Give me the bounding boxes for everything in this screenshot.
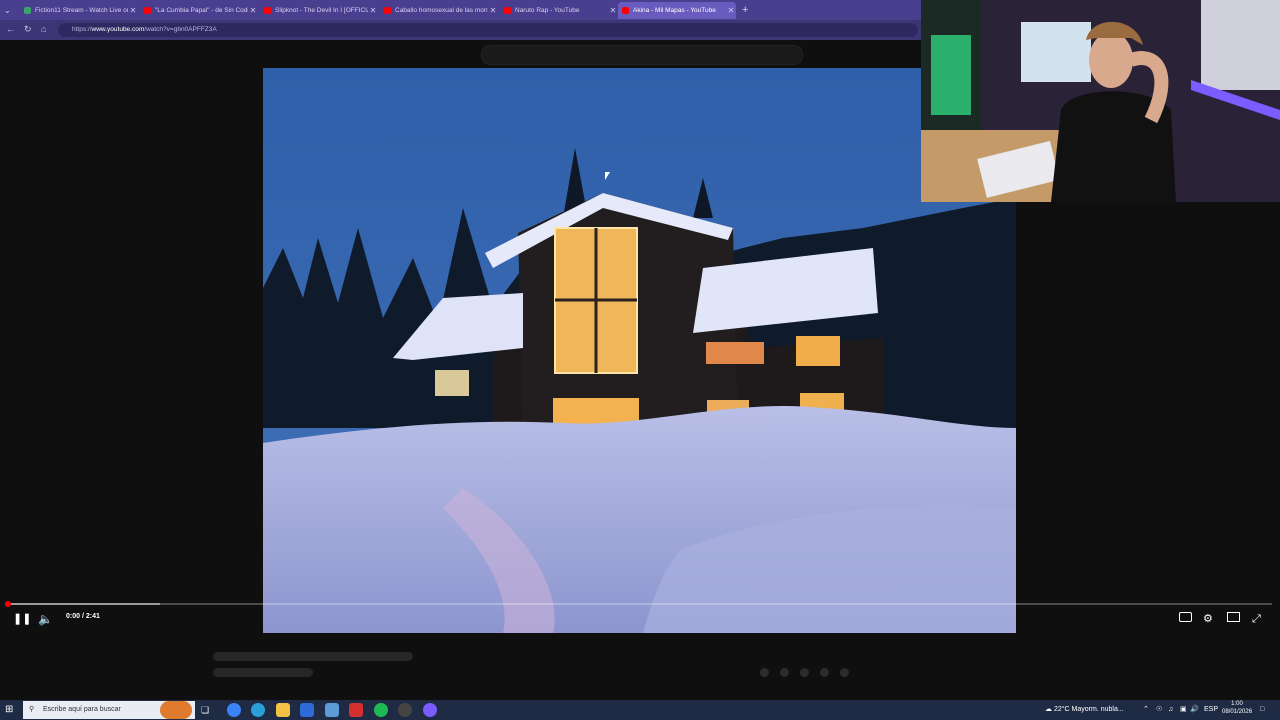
tab-title: "La Cumbia Papal" - de Sin Codific — [155, 7, 248, 14]
fullscreen-button[interactable]: ⤢ — [1252, 612, 1261, 626]
url-field[interactable]: https://www.youtube.com/watch?v=gbn0APFF… — [58, 23, 918, 37]
scrubber-handle[interactable] — [5, 601, 11, 607]
pause-button[interactable]: ❚❚ — [13, 612, 31, 626]
youtube-icon — [622, 7, 629, 14]
volume-button[interactable]: 🔈 — [38, 612, 53, 626]
tray-microphone-icon[interactable]: ♫ — [1168, 702, 1173, 718]
youtube-icon — [144, 7, 151, 14]
tab-slipknot[interactable]: Slipknot - The Devil In I [OFFICIAL ✕ — [260, 2, 378, 19]
browser-icon[interactable] — [251, 703, 265, 717]
file-explorer-icon[interactable] — [276, 703, 290, 717]
plus-icon: + — [742, 4, 749, 16]
mouse-cursor — [605, 172, 610, 180]
tray-chevron-up-icon[interactable]: ⌃ — [1143, 702, 1149, 718]
youtube-search-input[interactable] — [481, 45, 803, 65]
tray-display-icon[interactable]: ▣ — [1180, 702, 1187, 718]
speaker-icon: 🔈 — [38, 612, 53, 626]
home-icon[interactable]: ⌂ — [41, 24, 46, 34]
theater-mode-button[interactable] — [1227, 612, 1240, 626]
windows-start-icon[interactable]: ⊞ — [5, 703, 19, 717]
weather-widget[interactable]: ☁ 22°C Mayorm. nubla... — [1045, 702, 1124, 718]
loading-dot — [780, 668, 789, 677]
tab-naruto-rap[interactable]: Naruto Rap - YouTube ✕ — [500, 2, 618, 19]
youtube-icon — [264, 7, 271, 14]
close-icon[interactable]: ✕ — [726, 2, 736, 19]
fullscreen-icon: ⤢ — [1252, 613, 1261, 625]
webcam-feed — [921, 0, 1280, 202]
close-icon[interactable]: ✕ — [128, 2, 138, 19]
theater-icon — [1227, 612, 1240, 622]
mail-icon[interactable] — [325, 703, 339, 717]
notifications-icon[interactable]: □ — [1260, 702, 1264, 718]
search-icon: ⚲ — [29, 706, 35, 713]
progress-bar[interactable] — [8, 603, 1272, 605]
tab-title: Slipknot - The Devil In I [OFFICIAL — [275, 7, 368, 14]
windows-taskbar: ⊞ ⚲ Escribe aquí para buscar ❏ ☁ 22°C Ma… — [0, 700, 1280, 720]
loading-dot — [820, 668, 829, 677]
edge-icon[interactable] — [227, 703, 241, 717]
close-icon[interactable]: ✕ — [488, 2, 498, 19]
chevron-down-icon: ⌄ — [4, 6, 11, 15]
pause-icon: ❚❚ — [13, 613, 32, 625]
url-prefix: https:// — [72, 26, 92, 33]
search-placeholder: Escribe aquí para buscar — [43, 706, 121, 713]
tab-title: Fiction11 Stream - Watch Live on — [35, 7, 128, 14]
settings-button[interactable]: ⚙ — [1203, 612, 1213, 626]
language-indicator[interactable]: ESP — [1204, 702, 1218, 718]
reload-icon[interactable]: ↻ — [24, 24, 32, 35]
calendar-app-icon[interactable] — [349, 703, 363, 717]
tab-title: Akina - Mil Mapas - YouTube — [633, 7, 716, 14]
store-icon[interactable] — [300, 703, 314, 717]
time-display: 0:00 / 2:41 — [66, 613, 100, 620]
youtube-icon — [504, 7, 511, 14]
new-tab-button[interactable]: + — [738, 2, 756, 19]
clock-date: 08/01/2026 — [1222, 709, 1253, 715]
clock[interactable]: 1:00 08/01/2026 — [1222, 700, 1252, 716]
webcam-overlay — [921, 0, 1280, 202]
close-icon[interactable]: ✕ — [608, 2, 618, 19]
app-icon[interactable] — [423, 703, 437, 717]
tab-caballo[interactable]: Caballo homosexual de las monta ✕ — [380, 2, 498, 19]
tab-title: Naruto Rap - YouTube — [515, 7, 580, 14]
tab-title: Caballo homosexual de las monta — [395, 7, 488, 14]
search-highlight-icon[interactable] — [160, 701, 192, 719]
kick-icon — [24, 7, 31, 14]
url-host: www.youtube.com — [91, 26, 145, 33]
channel-skeleton — [213, 668, 313, 677]
tab-list-button[interactable]: ⌄ — [0, 2, 18, 19]
clock-time: 1:00 — [1231, 701, 1243, 707]
obs-icon[interactable] — [398, 703, 412, 717]
weather-text: 22°C Mayorm. nubla... — [1053, 706, 1124, 713]
url-path: /watch?v=gbn0APFFZ3A — [144, 26, 217, 33]
tab-akina-mil-mapas[interactable]: Akina - Mil Mapas - YouTube ✕ — [618, 2, 736, 19]
back-icon[interactable]: ← — [6, 24, 15, 34]
tab-cumbia-papal[interactable]: "La Cumbia Papal" - de Sin Codific ✕ — [140, 2, 258, 19]
loading-dot — [760, 668, 769, 677]
loading-dot — [800, 668, 809, 677]
close-icon[interactable]: ✕ — [248, 2, 258, 19]
tray-volume-icon[interactable]: 🔊 — [1190, 702, 1199, 718]
title-skeleton — [213, 652, 413, 661]
player-controls: ❚❚ 🔈 0:00 / 2:41 ⚙ ⤢ — [0, 598, 1280, 638]
task-view-icon[interactable]: ❏ — [201, 703, 215, 717]
youtube-icon — [384, 7, 391, 14]
subtitles-icon — [1179, 612, 1192, 622]
buffer-bar — [8, 603, 160, 605]
video-player[interactable] — [263, 68, 1016, 633]
tray-network-icon[interactable]: ☉ — [1156, 702, 1162, 718]
loading-dot — [840, 668, 849, 677]
subtitles-button[interactable] — [1179, 612, 1192, 626]
gear-icon: ⚙ — [1203, 613, 1213, 625]
video-frame — [263, 68, 1016, 633]
tab-fiction11[interactable]: Fiction11 Stream - Watch Live on ✕ — [20, 2, 138, 19]
spotify-icon[interactable] — [374, 703, 388, 717]
close-icon[interactable]: ✕ — [368, 2, 378, 19]
weather-icon: ☁ — [1045, 706, 1052, 713]
